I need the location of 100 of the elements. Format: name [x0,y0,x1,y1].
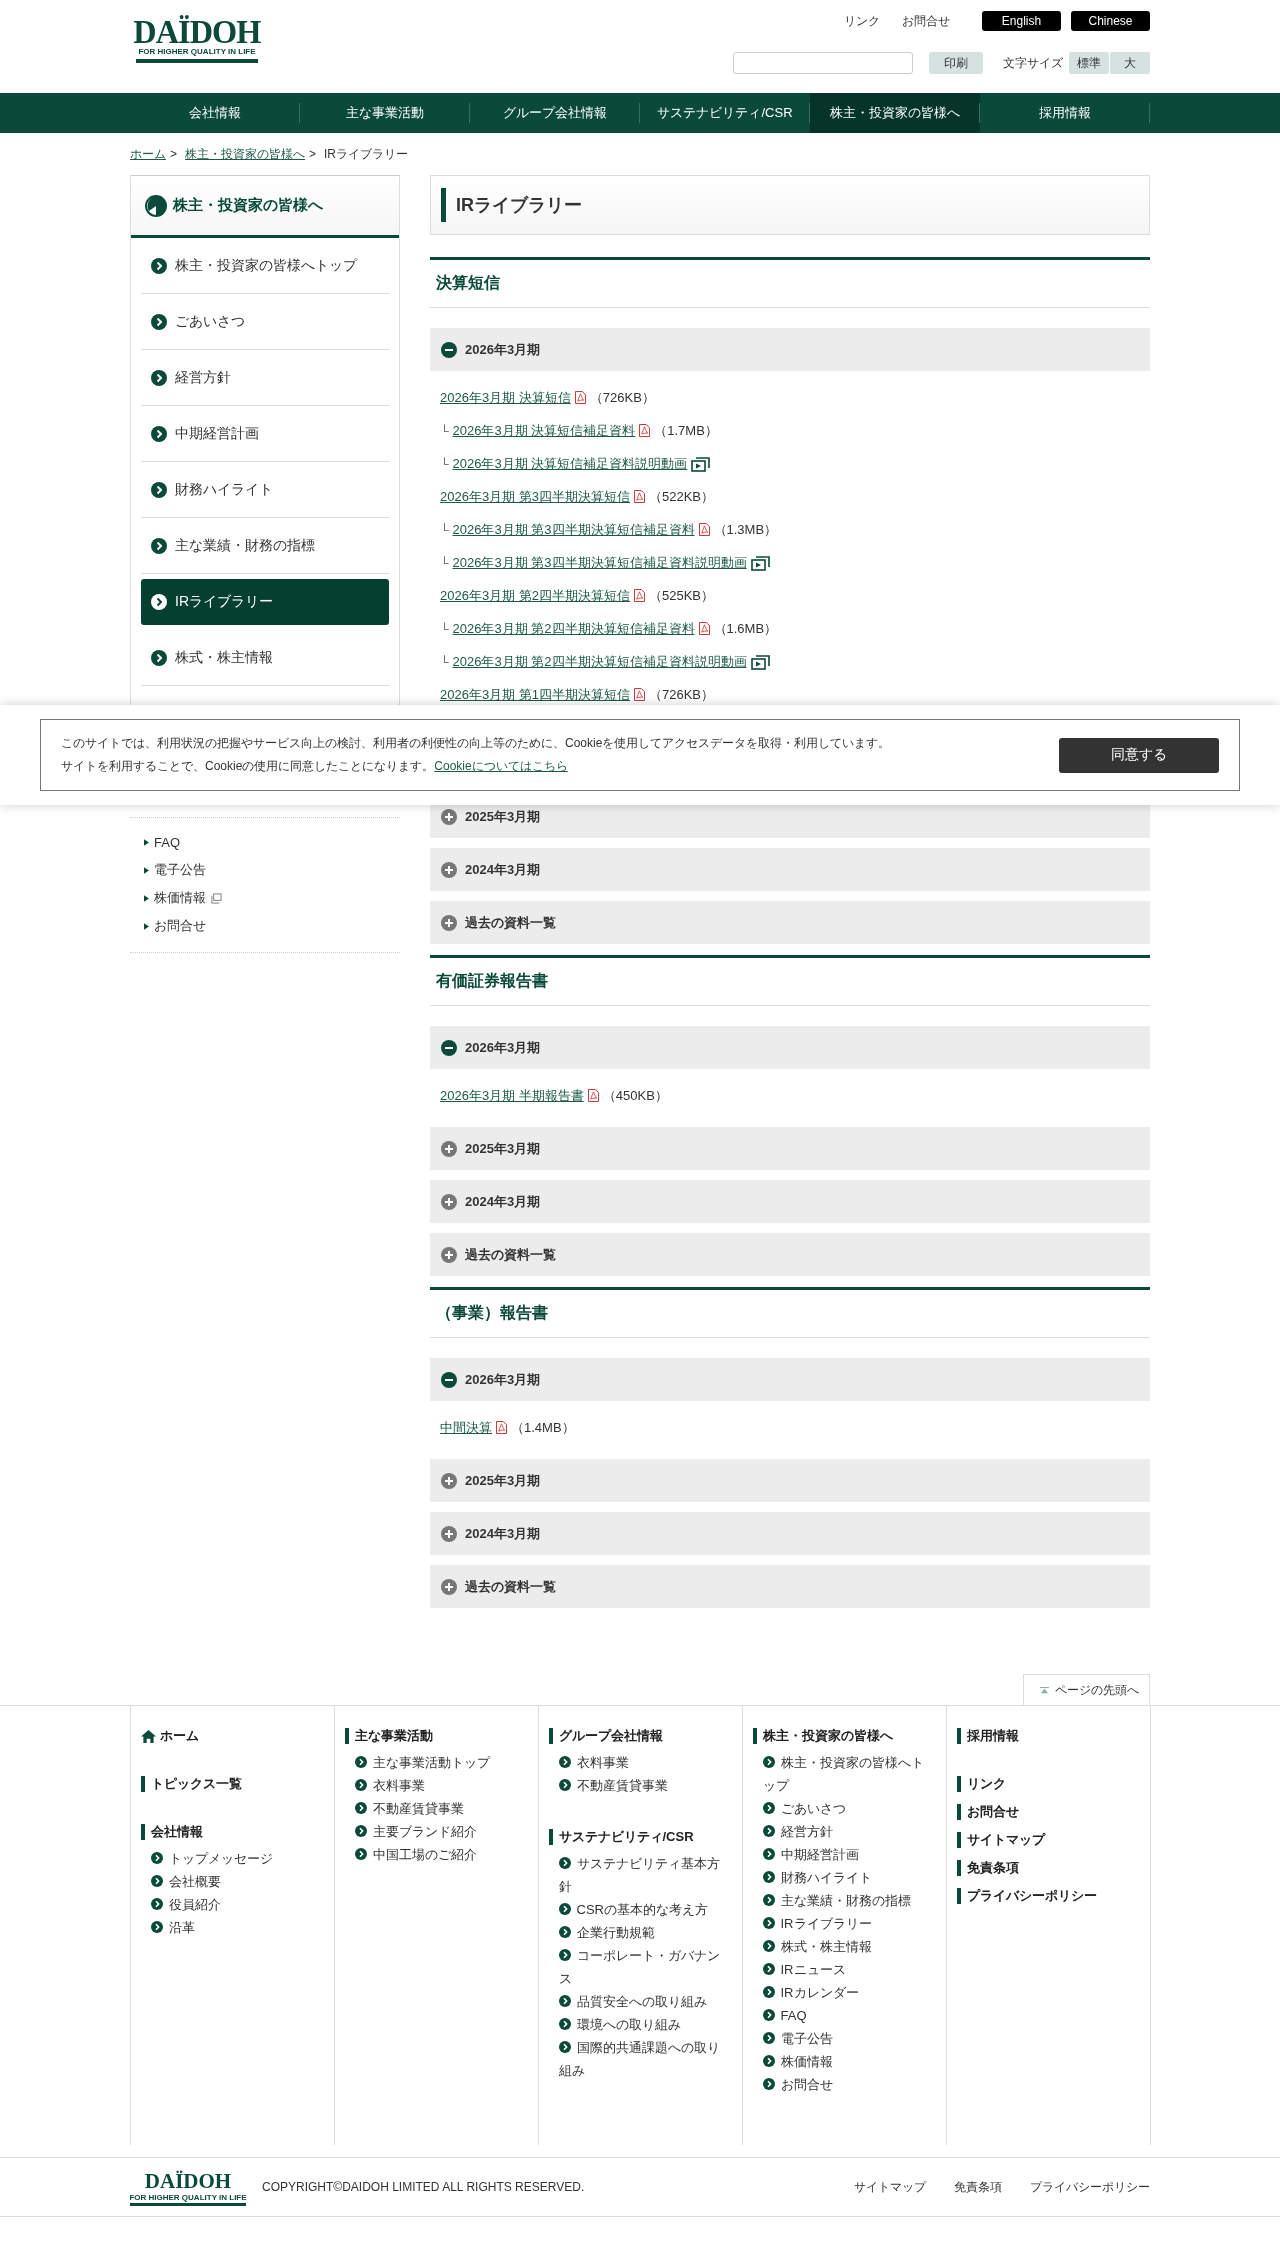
sidebar-item[interactable]: 主な業績・財務の指標 [141,518,389,574]
footer-link[interactable]: CSRの基本的な考え方 [558,1898,732,1921]
footer-heading-link[interactable]: リンク [956,1776,1140,1792]
footer-link[interactable]: IRニュース [762,1958,936,1981]
document-link[interactable]: 2026年3月期 第3四半期決算短信 [440,487,630,506]
nav-tab[interactable]: 株主・投資家の皆様へ [810,93,980,133]
font-size-button[interactable]: 大 [1110,52,1150,74]
header-link[interactable]: リンク [844,12,880,30]
sidebar-item[interactable]: 経営方針 [141,350,389,406]
footer-link[interactable]: 主な事業活動トップ [354,1751,528,1774]
footer-link[interactable]: 株式・株主情報 [762,1935,936,1958]
cookie-policy-link[interactable]: Cookieについてはこちら [434,759,568,773]
footer-link[interactable]: 沿革 [150,1916,324,1939]
search-field[interactable] [733,52,913,74]
footer-heading-link[interactable]: ホーム [140,1728,324,1744]
footer-logo[interactable]: DAÏDOH FOR HIGHER QUALITY IN LIFE [130,2168,246,2206]
document-link[interactable]: 2026年3月期 決算短信補足資料説明動画 [452,454,688,473]
sidebar-item[interactable]: IRライブラリー [141,579,389,625]
footer-heading-link[interactable]: グループ会社情報 [548,1728,732,1744]
footer-link[interactable]: 衣料事業 [558,1751,732,1774]
footer-link[interactable]: 中国工場のご紹介 [354,1843,528,1866]
footer-heading-link[interactable]: サイトマップ [956,1832,1140,1848]
footer-link[interactable]: 財務ハイライト [762,1866,936,1889]
sidebar-item[interactable]: 中期経営計画 [141,406,389,462]
sidebar-link[interactable]: お問合せ [144,912,206,940]
print-button[interactable]: 印刷 [929,52,983,74]
document-link[interactable]: 2026年3月期 第3四半期決算短信補足資料説明動画 [452,553,747,572]
footer-link[interactable]: サステナビリティ基本方針 [558,1852,732,1898]
footer-heading-link[interactable]: 主な事業活動 [344,1728,528,1744]
document-link[interactable]: 2026年3月期 決算短信補足資料 [452,421,636,440]
document-link[interactable]: 2026年3月期 半期報告書 [440,1086,584,1105]
footer-link[interactable]: ごあいさつ [762,1797,936,1820]
footer-link[interactable]: 株主・投資家の皆様へトップ [762,1751,936,1797]
breadcrumb-link[interactable]: 株主・投資家の皆様へ [185,145,305,163]
footer-heading-link[interactable]: 採用情報 [956,1728,1140,1744]
footer-link[interactable]: 株価情報 [762,2050,936,2073]
footer-bottom-link[interactable]: 免責条項 [954,2178,1002,2196]
accordion-header[interactable]: 過去の資料一覧 [430,901,1150,944]
footer-link[interactable]: お問合せ [762,2073,936,2096]
sidebar-item[interactable]: 株式・株主情報 [141,630,389,686]
nav-tab[interactable]: グループ会社情報 [470,93,640,133]
breadcrumb-link[interactable]: ホーム [130,145,166,163]
sidebar-link[interactable]: 株価情報 [144,884,222,912]
accordion-header[interactable]: 過去の資料一覧 [430,1565,1150,1608]
sidebar-link[interactable]: 電子公告 [144,856,206,884]
sidebar-item[interactable]: ごあいさつ [141,294,389,350]
footer-link[interactable]: 企業行動規範 [558,1921,732,1944]
footer-bottom-link[interactable]: プライバシーポリシー [1030,2178,1150,2196]
accordion-header[interactable]: 2026年3月期 [430,1358,1150,1401]
nav-tab[interactable]: サステナビリティ/CSR [640,93,810,133]
footer-link[interactable]: IRライブラリー [762,1912,936,1935]
footer-link[interactable]: 会社概要 [150,1870,324,1893]
footer-heading-link[interactable]: 株主・投資家の皆様へ [752,1728,936,1744]
nav-tab[interactable]: 採用情報 [980,93,1150,133]
accordion-header[interactable]: 2025年3月期 [430,1127,1150,1170]
footer-bottom-link[interactable]: サイトマップ [854,2178,926,2196]
footer-link[interactable]: IRカレンダー [762,1981,936,2004]
footer-heading-link[interactable]: プライバシーポリシー [956,1888,1140,1904]
sidebar-item[interactable]: 株主・投資家の皆様へトップ [141,238,389,294]
accordion-header[interactable]: 2024年3月期 [430,1180,1150,1223]
footer-heading-link[interactable]: お問合せ [956,1804,1140,1820]
footer-link[interactable]: 中期経営計画 [762,1843,936,1866]
sidebar-link[interactable]: FAQ [144,828,180,856]
footer-link[interactable]: 電子公告 [762,2027,936,2050]
language-button[interactable]: English [982,11,1061,31]
footer-link[interactable]: FAQ [762,2004,936,2027]
footer-heading-link[interactable]: トピックス一覧 [140,1776,324,1792]
footer-link[interactable]: 国際的共通課題への取り組み [558,2036,732,2082]
document-link[interactable]: 2026年3月期 第3四半期決算短信補足資料 [452,520,695,539]
footer-link[interactable]: 主な業績・財務の指標 [762,1889,936,1912]
nav-tab[interactable]: 主な事業活動 [300,93,470,133]
accordion-header[interactable]: 2026年3月期 [430,328,1150,371]
header-link[interactable]: お問合せ [902,12,950,30]
footer-link[interactable]: 経営方針 [762,1820,936,1843]
accordion-header[interactable]: 2024年3月期 [430,1512,1150,1555]
footer-link[interactable]: コーポレート・ガバナンス [558,1944,732,1990]
footer-link[interactable]: 品質安全への取り組み [558,1990,732,2013]
footer-heading-link[interactable]: サステナビリティ/CSR [548,1829,732,1845]
agree-button[interactable]: 同意する [1059,737,1219,773]
page-top-link[interactable]: ページの先頭へ [1023,1674,1150,1705]
document-link[interactable]: 2026年3月期 第2四半期決算短信補足資料 [452,619,695,638]
document-link[interactable]: 2026年3月期 決算短信 [440,388,571,407]
accordion-header[interactable]: 2025年3月期 [430,1459,1150,1502]
document-link[interactable]: 2026年3月期 第1四半期決算短信 [440,685,630,704]
language-button[interactable]: Chinese [1071,11,1150,31]
footer-link[interactable]: トップメッセージ [150,1847,324,1870]
document-link[interactable]: 2026年3月期 第2四半期決算短信補足資料説明動画 [452,652,747,671]
footer-link[interactable]: 環境への取り組み [558,2013,732,2036]
sidebar-item[interactable]: 財務ハイライト [141,462,389,518]
footer-link[interactable]: 衣料事業 [354,1774,528,1797]
accordion-header[interactable]: 過去の資料一覧 [430,1233,1150,1276]
accordion-header[interactable]: 2024年3月期 [430,848,1150,891]
footer-heading-link[interactable]: 会社情報 [140,1824,324,1840]
footer-link[interactable]: 不動産賃貸事業 [558,1774,732,1797]
font-size-button[interactable]: 標準 [1069,52,1109,74]
document-link[interactable]: 2026年3月期 第2四半期決算短信 [440,586,630,605]
footer-link[interactable]: 不動産賃貸事業 [354,1797,528,1820]
nav-tab[interactable]: 会社情報 [130,93,300,133]
footer-link[interactable]: 役員紹介 [150,1893,324,1916]
footer-heading-link[interactable]: 免責条項 [956,1860,1140,1876]
